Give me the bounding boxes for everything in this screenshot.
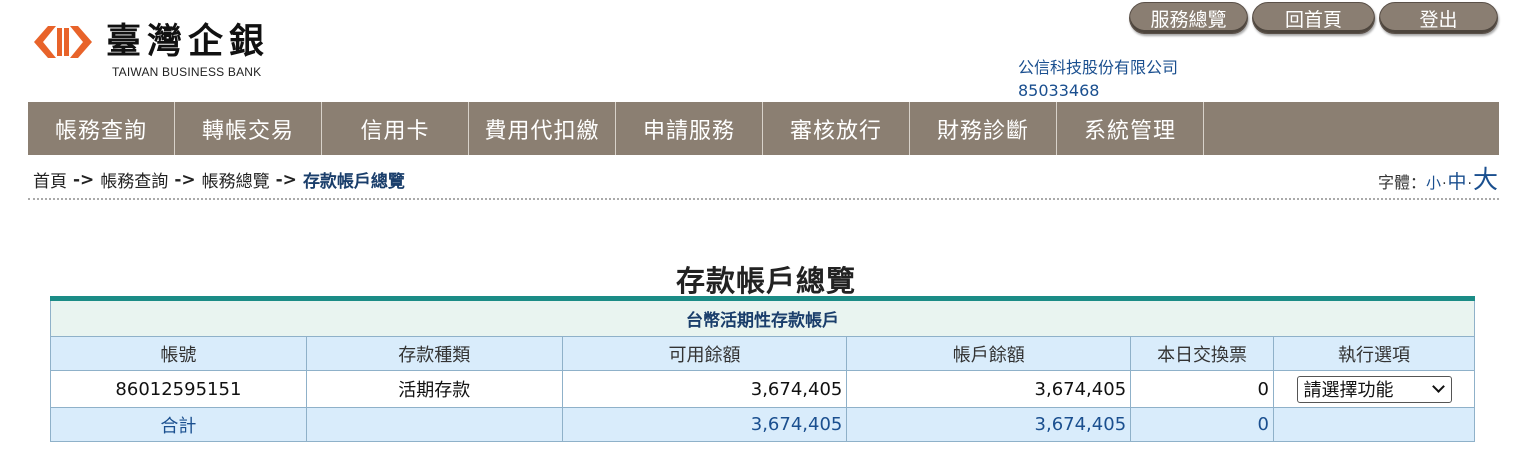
bank-logo[interactable]: 臺灣企銀 TAIWAN BUSINESS BANK [30,20,300,86]
table-row: 86012595151 活期存款 3,674,405 3,674,405 0 請… [50,370,1475,408]
font-size-large[interactable]: 大 [1473,160,1498,196]
font-size-small[interactable]: 小 [1426,172,1441,193]
nav-item-credit-card[interactable]: 信用卡 [322,102,469,155]
bank-name-cn: 臺灣企銀 [106,22,271,62]
column-header-action: 執行選項 [1273,336,1475,371]
deposit-accounts-table: 台幣活期性存款帳戶 帳號 存款種類 可用餘額 帳戶餘額 本日交換票 執行選項 8… [50,296,1475,442]
table-header-row: 帳號 存款種類 可用餘額 帳戶餘額 本日交換票 執行選項 [50,336,1475,371]
home-button[interactable]: 回首頁 [1252,2,1375,34]
breadcrumb-home[interactable]: 首頁 [33,167,67,192]
account-balance-cell: 3,674,405 [846,370,1132,408]
deposit-type-cell: 活期存款 [305,370,563,408]
breadcrumb-account-overview[interactable]: 帳務總覽 [202,167,270,192]
total-empty-cell [305,407,563,442]
company-info: 公信科技股份有限公司 85033468 [1018,56,1178,102]
total-balance-cell: 3,674,405 [846,407,1132,442]
divider [28,198,1499,200]
font-size-dot: · [1442,176,1447,192]
table-total-row: 合計 3,674,405 3,674,405 0 [50,407,1475,442]
page-title: 存款帳戶總覽 [675,264,856,298]
column-header-type: 存款種類 [305,336,563,371]
breadcrumb-separator: -> [73,169,95,190]
clearing-cheque-cell: 0 [1130,370,1274,408]
font-size-label: 字體： [1378,173,1427,192]
nav-item-auto-payment[interactable]: 費用代扣繳 [469,102,616,155]
nav-item-system-admin[interactable]: 系統管理 [1057,102,1204,155]
company-name: 公信科技股份有限公司 [1018,58,1179,77]
company-id: 85033468 [1018,81,1100,100]
column-header-balance: 帳戶餘額 [846,336,1132,371]
breadcrumb-current: 存款帳戶總覽 [302,172,405,192]
nav-item-transfer[interactable]: 轉帳交易 [175,102,322,155]
main-nav: 帳務查詢 轉帳交易 信用卡 費用代扣繳 申請服務 審核放行 財務診斷 系統管理 [28,102,1499,155]
breadcrumb: 首頁 -> 帳務查詢 -> 帳務總覽 -> 存款帳戶總覽 [33,167,405,193]
total-available-cell: 3,674,405 [561,407,848,442]
action-cell: 請選擇功能 [1273,370,1475,408]
column-header-clearing: 本日交換票 [1130,336,1274,371]
nav-item-apply-service[interactable]: 申請服務 [616,102,763,155]
table-caption-row: 台幣活期性存款帳戶 [50,298,1475,337]
action-select-value: 請選擇功能 [1303,380,1394,401]
nav-item-financial-diagnosis[interactable]: 財務診斷 [910,102,1057,155]
total-clearing-cell: 0 [1130,407,1274,442]
bank-name-en: TAIWAN BUSINESS BANK [112,65,262,79]
column-header-available: 可用餘額 [561,336,848,371]
breadcrumb-account-inquiry[interactable]: 帳務查詢 [100,167,168,192]
nav-item-approval[interactable]: 審核放行 [763,102,910,155]
chevron-down-icon [1431,380,1445,393]
column-header-account: 帳號 [50,336,307,371]
breadcrumb-separator: -> [275,169,297,190]
bank-logo-icon [34,26,92,58]
nav-item-account-inquiry[interactable]: 帳務查詢 [28,102,175,155]
account-number-cell: 86012595151 [50,370,307,408]
font-size-medium[interactable]: 中 [1448,167,1467,194]
total-empty-cell [1273,407,1475,442]
breadcrumb-separator: -> [174,169,196,190]
font-size-switcher: 字體： 小 · 中 · 大 [1378,160,1498,196]
action-select[interactable]: 請選擇功能 [1296,375,1452,403]
top-button-group: 服務總覽 回首頁 登出 [1129,2,1498,34]
available-balance-cell: 3,674,405 [561,370,848,408]
service-overview-button[interactable]: 服務總覽 [1129,2,1248,34]
logout-button[interactable]: 登出 [1379,2,1498,34]
table-caption: 台幣活期性存款帳戶 [50,298,1475,337]
total-label-cell: 合計 [50,407,307,442]
font-size-dot: · [1467,176,1472,192]
